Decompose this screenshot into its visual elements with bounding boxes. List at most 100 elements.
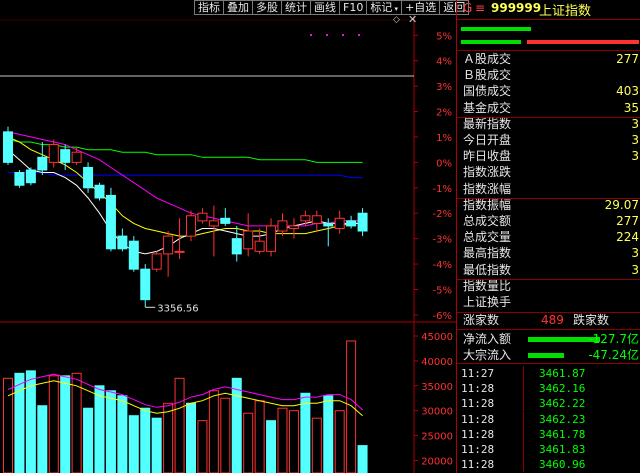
tick-time: 11:28 xyxy=(461,412,495,426)
stat-value: 3 xyxy=(631,149,639,164)
stat-label: 总成交量 xyxy=(463,230,512,245)
stat-row: 最新指数 3 xyxy=(457,117,640,132)
divider xyxy=(523,411,524,427)
candle-down xyxy=(117,235,128,250)
candle-down xyxy=(105,194,116,250)
menu-icon[interactable]: ≡ xyxy=(475,1,485,15)
volume-bar-up xyxy=(288,410,299,473)
stat-row: 总成交量 224 xyxy=(457,230,640,245)
stat-value: 3 xyxy=(631,116,639,131)
volume-bar-down xyxy=(266,420,277,473)
volume-tick-label: 45000 xyxy=(421,332,453,343)
volume-bar-down xyxy=(140,407,151,473)
stat-row: 总成交额 277 xyxy=(457,214,640,229)
stat-label: 上证换手 xyxy=(463,295,512,309)
volume-bar-down xyxy=(186,402,196,473)
volume-bar-up xyxy=(220,397,231,473)
toolbar-mark-button[interactable]: 标记 xyxy=(366,0,403,15)
stat-row: 指数振幅 29.07 xyxy=(457,198,640,213)
toolbar-f10-button[interactable]: F10 xyxy=(339,0,368,15)
low-annotation-label: 3356.56 xyxy=(157,303,198,314)
volume-tick-label: 20000 xyxy=(421,457,453,468)
flow-bar xyxy=(528,353,564,358)
candle-up xyxy=(243,230,254,250)
candle-up xyxy=(174,250,185,253)
diamond-icon[interactable]: ◇ xyxy=(393,15,400,25)
price-tick-label: -6% xyxy=(433,311,452,322)
stat-row: 指数涨跌 xyxy=(457,165,640,180)
marker-dot xyxy=(310,34,312,36)
volume-bar-up xyxy=(208,390,219,473)
stat-label: 基金成交 xyxy=(463,100,512,115)
stat-label: 国债成交 xyxy=(463,84,512,99)
volume-bar-up xyxy=(334,410,345,473)
stat-label: 最新指数 xyxy=(463,116,512,131)
flow-row: 大宗流入 -47.24亿 xyxy=(457,348,640,363)
close-icon[interactable]: ✕ xyxy=(408,13,417,26)
candle-down xyxy=(128,240,139,270)
candle-up xyxy=(288,225,299,229)
price-axis: 5% 4% 3% 2% 1% 0% -1% -2% -3% -4% -5% -6% xyxy=(414,31,452,322)
price-tick-label: -1% xyxy=(433,184,452,195)
toolbar-add-watchlist-button[interactable]: +自选 xyxy=(401,0,441,15)
volume-tick-label: 35000 xyxy=(421,382,453,393)
candle-up xyxy=(48,144,59,163)
volume-bar-down xyxy=(117,395,128,473)
toolbar-multi-stock-button[interactable]: 多股 xyxy=(252,0,282,15)
volume-bar-up xyxy=(3,377,13,473)
volume-bar-up xyxy=(163,402,174,473)
tick-price: 3462.16 xyxy=(539,382,586,396)
compare-bar-green xyxy=(461,27,531,31)
tick-price: 3461.78 xyxy=(539,427,586,441)
toolbar-overlay-button[interactable]: 叠加 xyxy=(223,0,253,15)
divider xyxy=(523,457,524,473)
price-tick-label: 0% xyxy=(436,158,452,169)
price-tick-label: 5% xyxy=(436,31,452,42)
group-mark[interactable]: G xyxy=(463,1,472,15)
divider xyxy=(523,396,524,412)
candle-down xyxy=(140,268,151,301)
volume-bar-down xyxy=(231,377,242,473)
stat-row: 基金成交 35 xyxy=(457,101,640,116)
volume-tick-label: 40000 xyxy=(421,357,453,368)
tick-price: 3460.96 xyxy=(539,458,586,472)
candle-up xyxy=(266,225,277,252)
tick-time: 11:28 xyxy=(461,427,495,441)
advance-count: 489 xyxy=(541,313,564,327)
toolbar-statistics-button[interactable]: 统计 xyxy=(281,0,311,15)
candle-up xyxy=(71,151,82,163)
volume-bar-down xyxy=(94,385,105,473)
stat-row: Ａ股成交 277 xyxy=(457,52,640,67)
kline-chart[interactable]: 5% 4% 3% 2% 1% 0% -1% -2% -3% -4% -5% -6% 45000 4000… xyxy=(0,0,456,473)
flow-label: 净流入额 xyxy=(463,332,512,346)
price-tick-label: 2% xyxy=(436,108,452,119)
candle-down xyxy=(60,149,71,163)
stat-label: Ａ股成交 xyxy=(463,52,512,66)
stat-row: 最高指数 3 xyxy=(457,246,640,261)
stat-label: 指数振幅 xyxy=(463,197,512,212)
stat-row: 上证换手 xyxy=(457,295,640,310)
stat-label: 指数量比 xyxy=(463,278,512,293)
volume-bar-up xyxy=(254,400,265,473)
tick-price: 3461.83 xyxy=(539,443,586,456)
tick-time: 11:28 xyxy=(461,443,495,456)
candle-down xyxy=(231,238,242,255)
volume-bar-down xyxy=(323,395,334,473)
flow-value: -47.24亿 xyxy=(588,348,639,362)
stat-label: 指数涨跌 xyxy=(463,165,512,180)
ma5-line xyxy=(7,149,363,255)
volume-bar-down xyxy=(357,445,368,473)
volume-bar-down xyxy=(300,392,311,473)
tick-time: 11:28 xyxy=(461,397,495,411)
toolbar-indicator-button[interactable]: 指标 xyxy=(194,0,224,15)
tick-row: 11:28 3461.83 xyxy=(457,442,640,457)
stat-row: 最低指数 3 xyxy=(457,263,640,278)
toolbar-draw-line-button[interactable]: 画线 xyxy=(310,0,340,15)
divider xyxy=(457,329,640,330)
divider xyxy=(523,381,524,397)
volume-bar-down xyxy=(151,417,162,473)
chart-toolbar: 指标 叠加 多股 统计 画线 F10 标记 +自选 返回 xyxy=(194,0,470,15)
stat-value: 35 xyxy=(623,100,639,115)
stat-row: Ｂ股成交 xyxy=(457,68,640,83)
volume-bar-up xyxy=(243,412,254,473)
